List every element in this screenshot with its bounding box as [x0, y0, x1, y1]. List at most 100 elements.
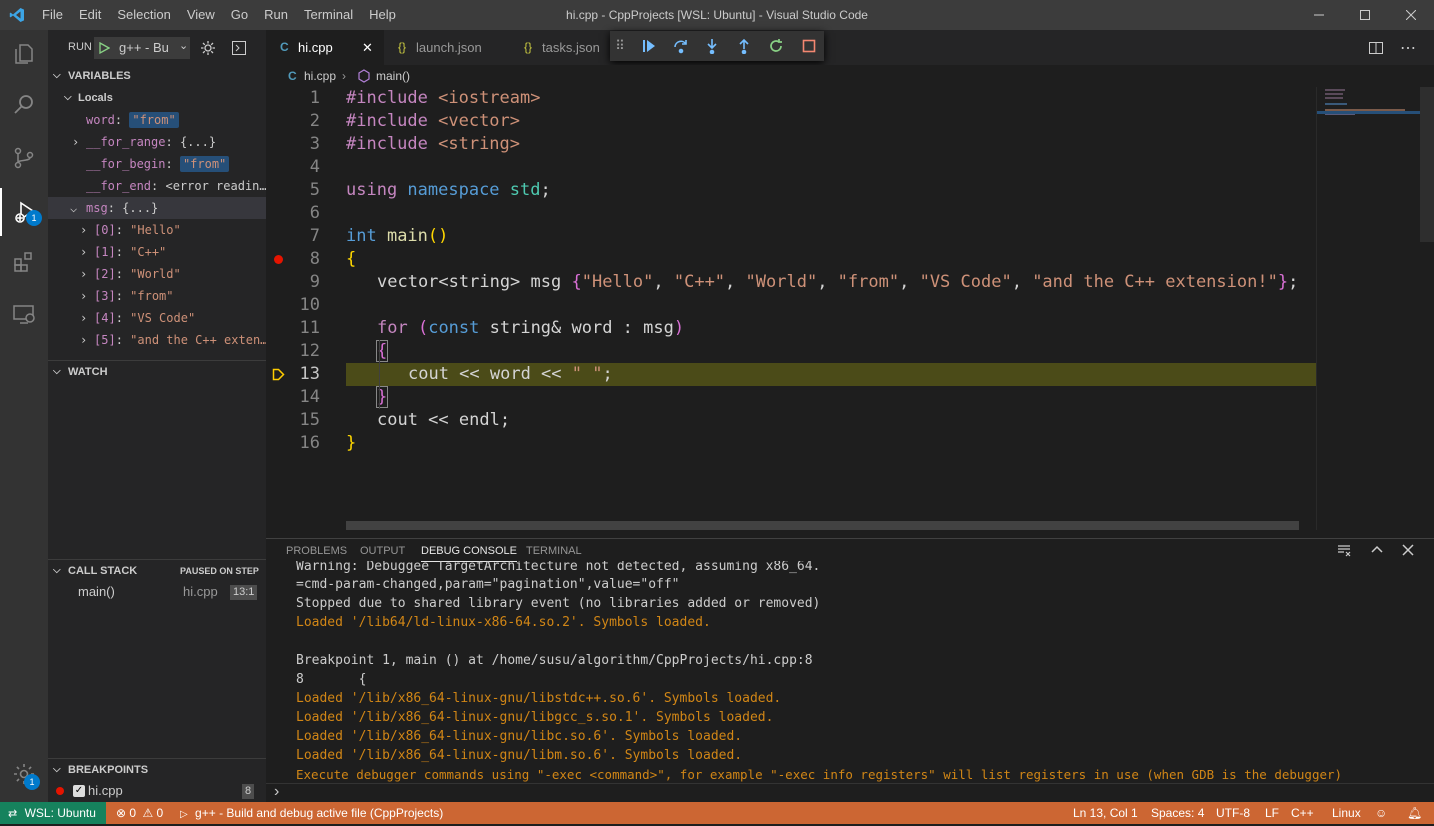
end-of-line[interactable]: LF	[1265, 802, 1279, 824]
code-editor[interactable]: 1 #include <iostream> 2 #include <vector> …	[266, 87, 1316, 530]
variable-row[interactable]: __for_begin: "from"	[48, 153, 266, 175]
continue-icon[interactable]	[634, 31, 664, 61]
tab-problems[interactable]: PROBLEMS	[286, 540, 347, 562]
close-window-button[interactable]	[1388, 0, 1434, 30]
breakpoint-checkbox[interactable]: ✓	[73, 785, 85, 797]
restart-icon[interactable]	[761, 31, 791, 61]
source-control-icon[interactable]	[0, 134, 48, 182]
debug-console-output[interactable]: Warning: Debuggee TargetArchitecture not…	[266, 561, 1434, 785]
step-out-icon[interactable]	[729, 31, 759, 61]
menu-selection[interactable]: Selection	[109, 0, 178, 30]
breakpoint-item[interactable]: ✓ hi.cpp 8	[48, 780, 266, 802]
chevron-right-icon: ›	[342, 69, 346, 83]
variable-row[interactable]: › [4]: "VS Code"	[48, 307, 266, 329]
explorer-icon[interactable]	[0, 30, 48, 78]
drag-handle-icon[interactable]: ⠿	[610, 31, 630, 61]
open-launch-json-gear-icon[interactable]	[200, 40, 216, 56]
breadcrumb-file[interactable]: hi.cpp	[304, 65, 336, 87]
console-input[interactable]: ›	[266, 783, 1434, 803]
variable-row[interactable]: › [2]: "World"	[48, 263, 266, 285]
breakpoint-line: 8	[242, 784, 255, 799]
settings-gear-icon[interactable]: 1	[0, 750, 48, 798]
variable-value: "and the C++ exten…	[130, 333, 266, 347]
debug-config-label: g++ - Build and debug active file (CppPr…	[195, 806, 444, 820]
more-actions-icon[interactable]: ⋯	[1400, 38, 1416, 58]
horizontal-scrollbar[interactable]	[346, 521, 1299, 530]
tab-debug-console[interactable]: DEBUG CONSOLE	[421, 540, 517, 562]
menu-go[interactable]: Go	[223, 0, 256, 30]
breakpoints-header[interactable]: ⌵ BREAKPOINTS	[48, 758, 266, 780]
variable-row[interactable]: ⌵ msg: {...}	[48, 197, 266, 219]
search-icon[interactable]	[0, 80, 48, 128]
error-icon: ⊗	[116, 806, 127, 820]
encoding[interactable]: UTF-8	[1216, 802, 1250, 824]
menu-terminal[interactable]: Terminal	[296, 0, 361, 30]
chevron-right-icon: ›	[72, 135, 80, 149]
breadcrumb-symbol[interactable]: main()	[376, 65, 410, 87]
step-over-icon[interactable]	[666, 31, 696, 61]
tab-terminal[interactable]: TERMINAL	[526, 540, 582, 562]
tab-launch-json[interactable]: {} launch.json	[384, 30, 510, 65]
close-panel-icon[interactable]	[1400, 542, 1416, 558]
menu-file[interactable]: File	[34, 0, 71, 30]
split-editor-icon[interactable]	[1368, 40, 1384, 56]
code-token: namespace	[407, 180, 510, 200]
vertical-scrollbar[interactable]	[1420, 87, 1434, 530]
callstack-header[interactable]: ⌵ CALL STACK PAUSED ON STEP	[48, 559, 266, 581]
maximize-button[interactable]	[1342, 0, 1388, 30]
variable-row[interactable]: __for_end: <error readin…	[48, 175, 266, 197]
tab-tasks-json[interactable]: {} tasks.json	[510, 30, 610, 65]
variable-row[interactable]: › [1]: "C++"	[48, 241, 266, 263]
console-line: Stopped due to shared library event (no …	[296, 596, 821, 611]
minimap[interactable]	[1316, 87, 1421, 530]
variable-row[interactable]: › [0]: "Hello"	[48, 219, 266, 241]
debug-badge: 1	[26, 210, 42, 226]
remote-label: WSL: Ubuntu	[24, 806, 96, 820]
maximize-panel-icon[interactable]	[1369, 542, 1385, 558]
cursor-position[interactable]: Ln 13, Col 1	[1073, 802, 1138, 824]
step-into-icon[interactable]	[697, 31, 727, 61]
problems-indicator[interactable]: ⊗ 0 ⚠ 0	[116, 802, 163, 824]
feedback-icon[interactable]: ☺	[1375, 802, 1387, 824]
variable-row[interactable]: › __for_range: {...}	[48, 131, 266, 153]
notifications-bell-icon[interactable]: 🔔︎	[1407, 802, 1422, 824]
variable-name: [5]	[94, 333, 116, 347]
variable-row[interactable]: › [5]: "and the C++ exten…	[48, 329, 266, 351]
remote-explorer-icon[interactable]	[0, 290, 48, 338]
menu-help[interactable]: Help	[361, 0, 404, 30]
debug-config-status[interactable]: ▷ g++ - Build and debug active file (Cpp…	[180, 802, 443, 824]
locals-scope[interactable]: ⌵ Locals	[48, 87, 266, 109]
language-mode[interactable]: C++	[1291, 802, 1314, 824]
os-indicator[interactable]: Linux	[1332, 802, 1361, 824]
console-line: Execute debugger commands using "-exec <…	[296, 767, 1343, 782]
breakpoint-file: hi.cpp	[88, 783, 123, 798]
menu-view[interactable]: View	[179, 0, 223, 30]
frame-name: main()	[78, 584, 115, 599]
watch-title: WATCH	[68, 366, 108, 378]
debug-console-icon[interactable]	[231, 40, 247, 56]
callstack-frame[interactable]: main() hi.cpp 13:1	[48, 581, 266, 603]
watch-header[interactable]: ⌵ WATCH	[48, 360, 266, 382]
menu-edit[interactable]: Edit	[71, 0, 109, 30]
menu-run[interactable]: Run	[256, 0, 296, 30]
start-debug-icon[interactable]	[98, 42, 110, 54]
variables-title: VARIABLES	[68, 70, 131, 82]
run-debug-icon[interactable]: 1	[0, 188, 48, 236]
launch-config-select[interactable]: g++ - Bu ⌄	[94, 37, 190, 59]
variable-row[interactable]: word: "from"	[48, 109, 266, 131]
close-icon[interactable]: ✕	[362, 30, 373, 65]
remote-indicator[interactable]: ⇄ WSL: Ubuntu	[0, 802, 106, 824]
tab-output[interactable]: OUTPUT	[360, 540, 405, 562]
indentation[interactable]: Spaces: 4	[1151, 802, 1204, 824]
console-line: Loaded '/lib/x86_64-linux-gnu/libgcc_s.s…	[296, 710, 774, 725]
variable-row[interactable]: › [3]: "from"	[48, 285, 266, 307]
tab-hi-cpp[interactable]: C hi.cpp ✕	[266, 30, 384, 65]
minimize-button[interactable]	[1296, 0, 1342, 30]
stop-icon[interactable]	[794, 31, 824, 61]
code-token: #include	[346, 111, 439, 131]
variables-header[interactable]: ⌵ VARIABLES	[48, 65, 266, 87]
method-symbol-icon	[358, 69, 370, 83]
debug-sidebar: RUN g++ - Bu ⌄ ⌵ VARIABLES ⌵ Locals word: …	[48, 30, 266, 802]
extensions-icon[interactable]	[0, 238, 48, 286]
clear-console-icon[interactable]	[1336, 542, 1352, 558]
